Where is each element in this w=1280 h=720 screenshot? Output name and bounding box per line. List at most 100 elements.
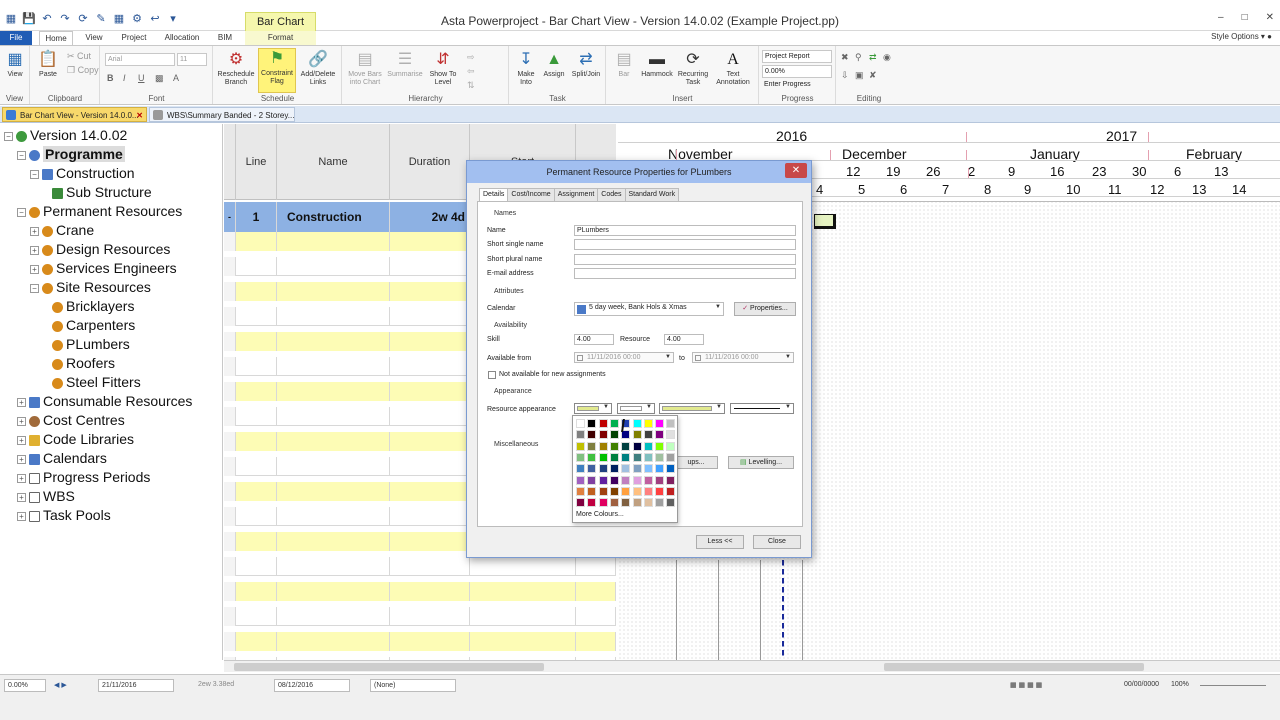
minimize-button[interactable]: – <box>1218 12 1224 23</box>
available-from-input[interactable]: 11/11/2016 00:00 ▼ <box>574 352 674 363</box>
dialog-close-btn[interactable]: Close <box>753 535 801 549</box>
colour-swatch[interactable] <box>643 419 653 428</box>
grid-cell[interactable] <box>224 332 236 351</box>
colour-swatch[interactable] <box>598 498 608 508</box>
grid-cell[interactable] <box>236 432 277 451</box>
colour-swatch[interactable] <box>655 419 665 428</box>
grid-cell[interactable] <box>236 282 277 301</box>
grid-cell[interactable] <box>390 482 470 501</box>
colour-swatch[interactable] <box>576 441 585 451</box>
colour-swatch[interactable] <box>632 430 642 440</box>
show-to-level-button[interactable]: ⇵ Show To Level <box>425 50 461 87</box>
colour-swatch[interactable] <box>609 419 619 428</box>
collapse-toggle-icon[interactable]: − <box>30 283 39 293</box>
grid-cell[interactable] <box>224 432 236 451</box>
colour-swatch[interactable] <box>632 475 642 485</box>
progress-percent-input[interactable]: 0.00% <box>762 65 832 78</box>
grid-cell[interactable] <box>390 407 470 426</box>
hammock-button[interactable]: ▬ Hammock <box>639 50 675 79</box>
colour-swatch[interactable] <box>587 475 597 485</box>
summarise-button[interactable]: ☰ Summarise <box>385 50 425 79</box>
colour-swatch[interactable] <box>609 498 619 508</box>
fill-colour-icon[interactable]: ▩ <box>155 73 164 84</box>
colour-swatch[interactable] <box>666 498 676 508</box>
select-icon[interactable]: ▣ <box>855 70 864 81</box>
grid-cell[interactable] <box>277 507 390 526</box>
col-header-name[interactable]: Name <box>277 124 390 200</box>
colour-swatch[interactable] <box>632 464 642 474</box>
grid-cell[interactable] <box>470 557 576 576</box>
horizontal-scrollbar[interactable] <box>224 660 1280 672</box>
colour-swatch[interactable] <box>666 441 676 451</box>
more-colours-link[interactable]: More Colours... <box>576 511 624 518</box>
grid-cell[interactable] <box>390 282 470 301</box>
tree-node-steel-fitters[interactable]: Steel Fitters <box>52 373 141 391</box>
expand-toggle-icon[interactable]: + <box>17 511 26 521</box>
email-input[interactable] <box>574 268 796 279</box>
grid-cell[interactable] <box>390 507 470 526</box>
colour-swatch[interactable] <box>632 452 642 462</box>
clear-icon[interactable]: ✘ <box>869 70 877 81</box>
colour-swatch[interactable] <box>587 441 597 451</box>
colour-swatch[interactable] <box>643 475 653 485</box>
colour-swatch[interactable] <box>598 452 608 462</box>
skill-input[interactable]: 4.00 <box>574 334 614 345</box>
grid-cell[interactable] <box>390 532 470 551</box>
grid-cell[interactable] <box>390 357 470 376</box>
grid-cell[interactable] <box>224 282 236 301</box>
colour-swatch[interactable] <box>666 430 676 440</box>
colour-swatch[interactable] <box>587 464 597 474</box>
colour-swatch[interactable] <box>609 441 619 451</box>
colour-swatch[interactable] <box>598 430 608 440</box>
pattern-select[interactable]: ▼ <box>659 403 725 414</box>
tree-node-programme[interactable]: − Programme <box>17 145 125 163</box>
grid-cell[interactable] <box>390 307 470 326</box>
grid-cell[interactable] <box>224 607 236 626</box>
binoculars-icon[interactable]: ◉ <box>883 52 891 63</box>
colour-swatch[interactable] <box>655 475 665 485</box>
colour-swatch[interactable] <box>609 464 619 474</box>
tab-view[interactable]: View <box>79 31 109 45</box>
tree-node-carpenters[interactable]: Carpenters <box>52 316 135 334</box>
collapse-toggle-icon[interactable]: − <box>30 169 39 179</box>
grid-cell[interactable] <box>224 357 236 376</box>
tree-node-calendars[interactable]: + Calendars <box>17 449 107 467</box>
dialog-tab-codes[interactable]: Codes <box>597 188 626 201</box>
colour-swatch[interactable] <box>598 475 608 485</box>
grid-cell[interactable] <box>277 582 390 601</box>
colour-swatch[interactable] <box>655 430 665 440</box>
colour-swatch[interactable] <box>666 486 676 496</box>
grid-cell[interactable] <box>277 482 390 501</box>
grid-cell[interactable] <box>390 607 470 626</box>
maximize-button[interactable]: □ <box>1242 12 1248 23</box>
font-family-select[interactable]: Arial <box>105 53 175 66</box>
grid-cell[interactable] <box>470 582 576 601</box>
grid-cell[interactable] <box>236 457 277 476</box>
collapse-toggle-icon[interactable]: − <box>17 207 26 217</box>
grid-cell[interactable] <box>576 607 616 626</box>
status-date-end[interactable]: 08/12/2016 <box>274 679 350 692</box>
grid-cell[interactable] <box>224 232 236 251</box>
table-icon[interactable]: ▦ <box>112 12 126 26</box>
grid-cell[interactable] <box>224 457 236 476</box>
grid-cell[interactable] <box>277 532 390 551</box>
expand-toggle-icon[interactable]: + <box>17 435 26 445</box>
colour-swatch[interactable] <box>576 452 585 462</box>
levelling-button[interactable]: ▤ Levelling... <box>728 456 794 469</box>
grid-cell[interactable] <box>277 357 390 376</box>
cell-name[interactable]: Construction <box>277 202 390 232</box>
grid-cell[interactable] <box>236 382 277 401</box>
edit-icon[interactable]: ✎ <box>94 12 108 26</box>
tree-node-wbs[interactable]: + WBS <box>17 487 75 505</box>
colour-swatch[interactable] <box>643 430 653 440</box>
grid-cell[interactable] <box>277 382 390 401</box>
colour-swatch[interactable] <box>655 441 665 451</box>
colour-swatch[interactable] <box>598 464 608 474</box>
colour-swatch[interactable] <box>576 498 585 508</box>
grid-cell[interactable] <box>236 332 277 351</box>
grid-cell[interactable] <box>277 632 390 651</box>
delete-icon[interactable]: ✖ <box>841 52 849 63</box>
grid-cell[interactable] <box>277 332 390 351</box>
colour-swatch[interactable] <box>598 419 608 428</box>
paste-button[interactable]: 📋 Paste <box>34 50 62 79</box>
